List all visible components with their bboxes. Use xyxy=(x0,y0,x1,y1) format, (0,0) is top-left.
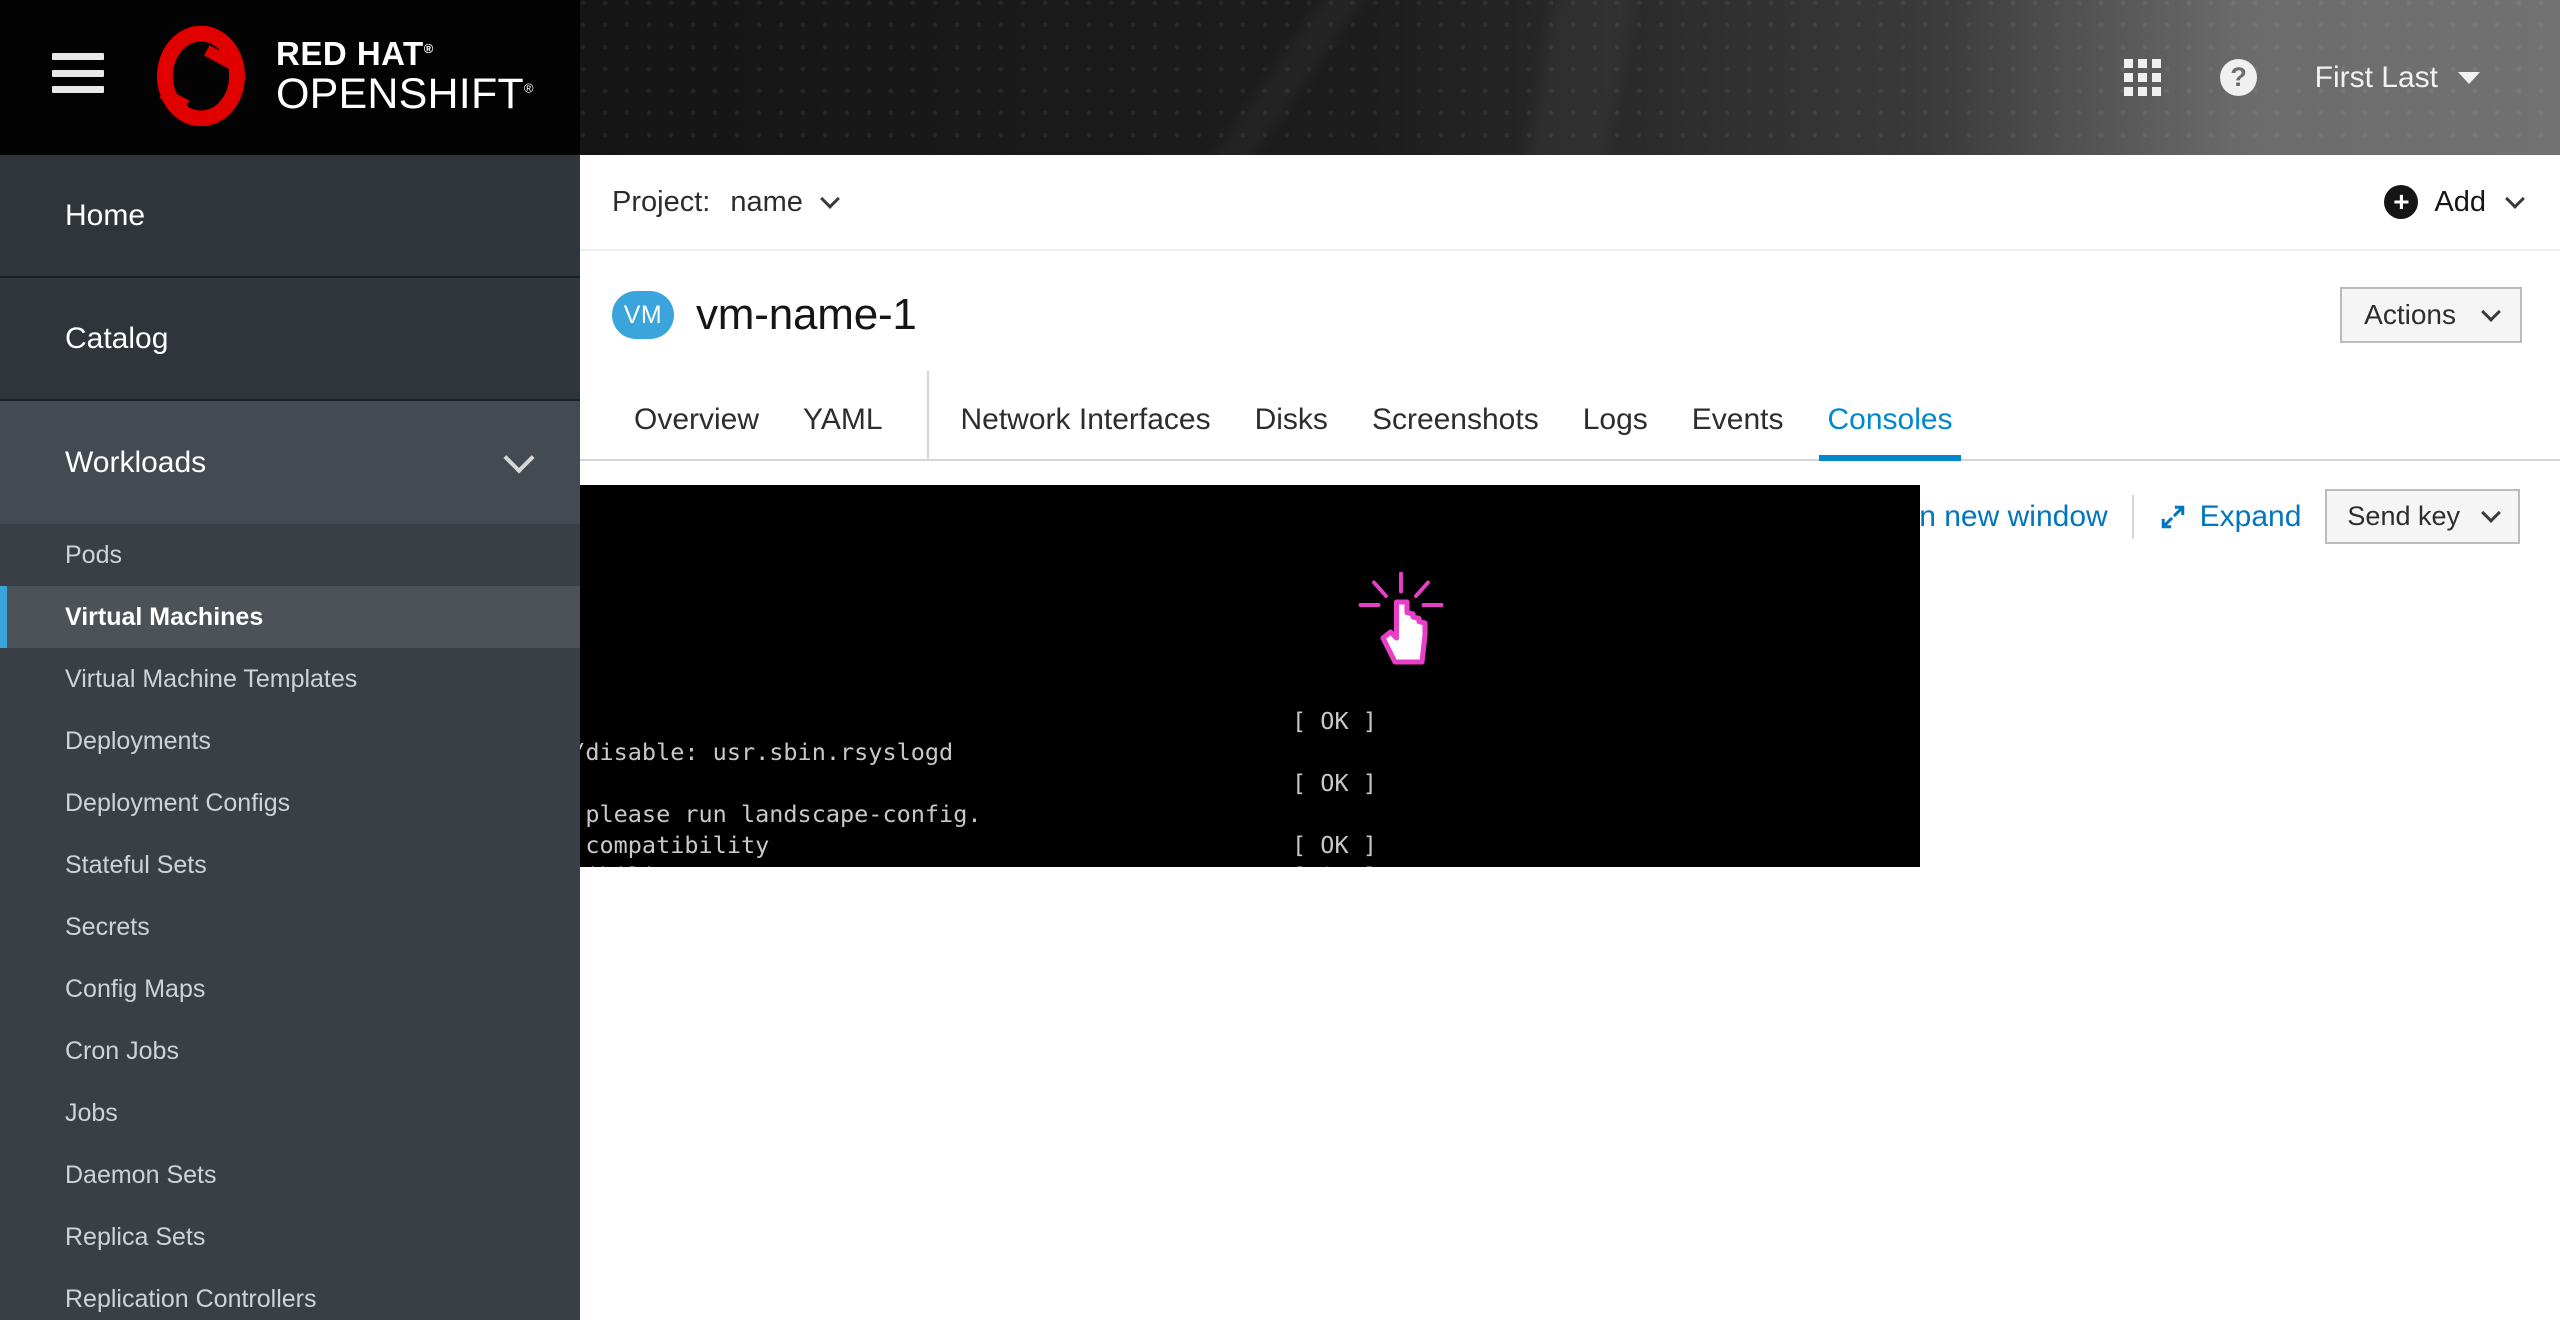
chevron-down-icon xyxy=(2481,503,2501,523)
actions-button[interactable]: Actions xyxy=(2340,287,2522,343)
sidebar-item-home[interactable]: Home xyxy=(0,155,580,278)
send-key-label: Send key xyxy=(2347,501,2460,531)
vm-resource-badge: VM xyxy=(612,291,674,339)
grid-apps-icon xyxy=(2124,59,2162,96)
tab-events[interactable]: Events xyxy=(1670,403,1806,459)
terminal-status-ok: [ OK ] xyxy=(1292,831,1377,859)
sidebar-item-cron-jobs[interactable]: Cron Jobs xyxy=(0,1020,580,1082)
application-launcher-button[interactable] xyxy=(2095,30,2191,126)
project-value: name xyxy=(730,185,803,218)
expand-label: Expand xyxy=(2199,499,2302,533)
redhat-openshift-logo[interactable]: RED HAT® OPENSHIFT® xyxy=(148,26,534,126)
tab-overview[interactable]: Overview xyxy=(612,403,781,459)
actions-label: Actions xyxy=(2364,299,2456,330)
sidebar-item-deployment-configs[interactable]: Deployment Configs xyxy=(0,772,580,834)
sidebar-section-label: Workloads xyxy=(65,445,207,479)
help-question-icon: ? xyxy=(2220,59,2258,96)
openshift-console-page: RED HAT® OPENSHIFT® ? First Last Home Ca… xyxy=(0,0,2560,1320)
sidebar-item-virtual-machine-templates[interactable]: Virtual Machine Templates xyxy=(0,648,580,710)
caret-down-icon xyxy=(2458,71,2480,84)
sidebar-item-config-maps[interactable]: Config Maps xyxy=(0,958,580,1020)
page-title-row: VM vm-name-1 Actions xyxy=(580,251,2560,373)
hamburger-bar xyxy=(52,53,104,60)
page-title-group: VM vm-name-1 xyxy=(612,290,917,340)
sidebar-item-pods[interactable]: Pods xyxy=(0,524,580,586)
add-button[interactable]: + Add xyxy=(2384,185,2525,219)
brand-redhat-text: RED HAT® xyxy=(276,34,434,72)
redhat-logo-icon xyxy=(157,26,245,126)
detail-tabs: Overview YAML Network Interfaces Disks Scree… xyxy=(580,371,2560,461)
chevron-down-icon xyxy=(819,188,840,209)
terminal-status-ok: [ OK ] xyxy=(1292,861,1377,867)
chevron-down-icon xyxy=(2481,301,2501,322)
help-button[interactable]: ? xyxy=(2191,30,2287,126)
chevron-down-icon xyxy=(503,441,535,474)
project-selector[interactable]: Project: name xyxy=(612,185,840,219)
sidebar-item-daemon-sets[interactable]: Daemon Sets xyxy=(0,1144,580,1206)
sidebar-item-stateful-sets[interactable]: Stateful Sets xyxy=(0,834,580,896)
expand-button[interactable]: Expand xyxy=(2158,499,2302,534)
tab-screenshots[interactable]: Screenshots xyxy=(1350,403,1561,459)
tab-disks[interactable]: Disks xyxy=(1233,403,1350,459)
project-label: Project: xyxy=(612,185,711,218)
terminal-status-ok: [ OK ] xyxy=(1292,707,1377,735)
tab-yaml[interactable]: YAML xyxy=(781,403,904,459)
masthead-toolbar: ? First Last xyxy=(2095,0,2502,155)
user-menu-button[interactable]: First Last xyxy=(2287,30,2502,126)
sidebar-item-catalog[interactable]: Catalog xyxy=(0,278,580,401)
tab-consoles[interactable]: Consoles xyxy=(1805,403,1974,461)
send-key-button[interactable]: Send key xyxy=(2325,489,2520,544)
sidebar-navigation: Home Catalog Workloads Pods Virtual Machi… xyxy=(0,155,580,1320)
sidebar-item-jobs[interactable]: Jobs xyxy=(0,1082,580,1144)
tab-logs[interactable]: Logs xyxy=(1561,403,1670,459)
sidebar-item-replica-sets[interactable]: Replica Sets xyxy=(0,1206,580,1268)
sidebar-item-secrets[interactable]: Secrets xyxy=(0,896,580,958)
add-label: Add xyxy=(2434,185,2486,218)
hamburger-menu-icon[interactable] xyxy=(52,53,104,93)
terminal-status-ok: [ OK ] xyxy=(1292,769,1377,797)
brand-wordmark: RED HAT® OPENSHIFT® xyxy=(276,37,534,116)
user-name-label: First Last xyxy=(2314,60,2438,94)
sidebar-item-virtual-machines[interactable]: Virtual Machines xyxy=(0,586,580,648)
caret-down-icon xyxy=(2505,188,2525,209)
hamburger-bar xyxy=(52,69,104,77)
expand-arrows-icon xyxy=(2161,505,2184,528)
sidebar-item-list: Pods Virtual Machines Virtual Machine Temp… xyxy=(0,524,580,1320)
project-bar: Project: name + Add xyxy=(580,155,2560,251)
toolbar-divider xyxy=(2131,494,2134,539)
hamburger-bar xyxy=(52,86,104,93)
brand-openshift-text: OPENSHIFT® xyxy=(276,69,534,118)
sidebar-item-deployments[interactable]: Deployments xyxy=(0,710,580,772)
sidebar-section-workloads[interactable]: Workloads xyxy=(0,401,580,524)
page-title: vm-name-1 xyxy=(696,290,917,339)
plus-circle-icon: + xyxy=(2384,185,2419,219)
tab-network-interfaces[interactable]: Network Interfaces xyxy=(926,371,1233,459)
masthead: RED HAT® OPENSHIFT® ? First Last xyxy=(0,0,2560,155)
sidebar-item-replication-controllers[interactable]: Replication Controllers xyxy=(0,1268,580,1320)
